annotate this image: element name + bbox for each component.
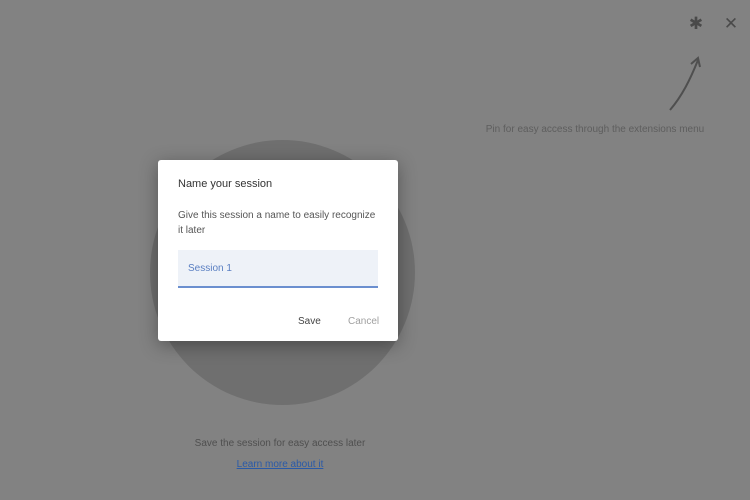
name-session-dialog: Name your session Give this session a na… — [158, 160, 398, 341]
hint-arrow-icon — [669, 56, 701, 111]
cancel-button[interactable]: Cancel — [348, 316, 379, 327]
empty-state-message: Save the session for easy access later — [194, 438, 366, 449]
learn-more-link[interactable]: Learn more about it — [180, 459, 380, 470]
close-icon: ✕ — [723, 14, 739, 33]
puzzle-icon: ✱ — [688, 14, 704, 33]
dialog-title: Name your session — [178, 178, 273, 190]
extensions-button[interactable]: ✱ — [684, 12, 708, 36]
session-name-input[interactable] — [178, 250, 378, 286]
save-button[interactable]: Save — [298, 316, 321, 327]
session-name-field — [178, 250, 378, 288]
dialog-message: Give this session a name to easily recog… — [178, 210, 376, 236]
close-button[interactable]: ✕ — [719, 12, 743, 36]
pin-hint-text: Pin for easy access through the extensio… — [485, 124, 705, 135]
